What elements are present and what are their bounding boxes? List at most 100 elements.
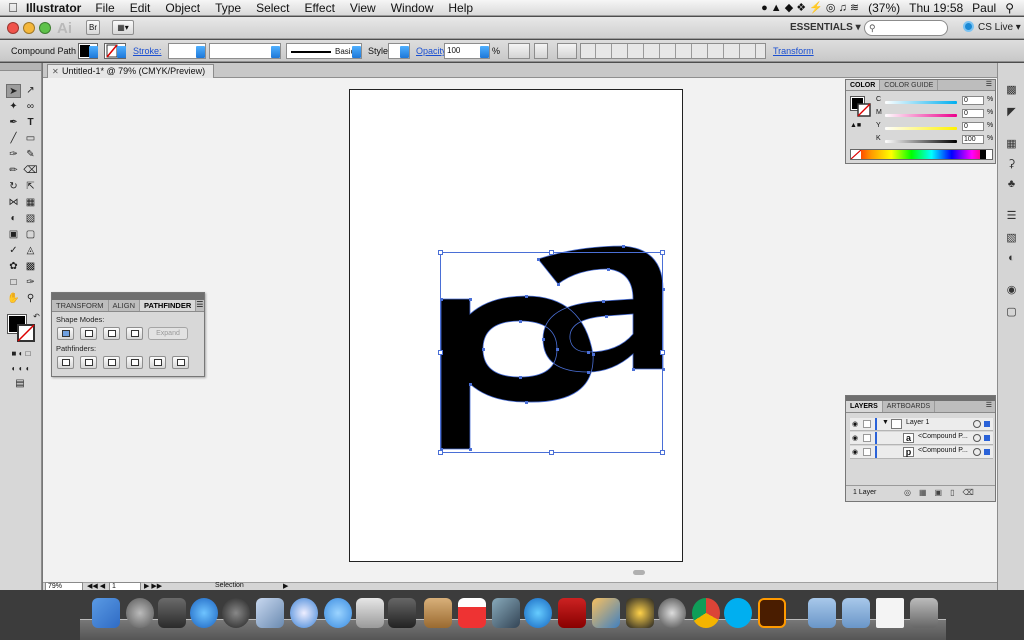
artboard-nav-next-last[interactable]: ▶ ▶▶ [144,582,162,590]
stroke-color-swatch[interactable] [857,103,871,117]
target-circle-icon[interactable] [973,448,981,456]
document-tab[interactable]: ✕ Untitled-1* @ 79% (CMYK/Preview) [47,64,215,78]
expand-button[interactable]: Expand [148,327,188,340]
arrange-documents-button[interactable]: ▦▾ [112,20,134,35]
bbox-handle[interactable] [438,250,443,255]
transparency-panel-icon[interactable]: ◐ [1004,251,1019,265]
sublayer-name[interactable]: <Compound P... [918,447,968,454]
workspace-switcher[interactable]: ESSENTIALS ▾ [790,22,861,33]
pencil-tool-icon[interactable]: ✎ [23,148,38,162]
variable-width-profile[interactable] [209,43,281,59]
visibility-eye-icon[interactable]: ◉ [852,434,858,442]
apple-menu-icon[interactable]:  [0,0,26,15]
artboard-tool-icon[interactable]: □ [6,276,21,290]
pen-tool-icon[interactable]: ✒ [6,116,21,130]
menu-help[interactable]: Help [448,1,473,15]
color-guide-icon[interactable]: ◤ [1004,105,1019,119]
tab-align[interactable]: ALIGN [109,300,141,311]
eraser-tool-icon[interactable]: ⌫ [23,164,38,178]
lasso-tool-icon[interactable]: ∞ [23,100,38,114]
out-of-gamut-icon[interactable]: ▲■ [850,122,861,129]
selection-tool-icon[interactable]: ➤ [6,84,21,98]
status-tray-icons[interactable]: ● ▲ ◆ ❖ ⚡ ◎ ♫ ≋ [761,1,859,14]
expand-triangle-icon[interactable]: ▼ [882,419,889,426]
divide-button[interactable] [57,356,74,369]
iphoto-icon[interactable] [492,598,520,628]
magenta-slider[interactable] [885,114,957,117]
applications-folder-icon[interactable] [808,598,836,628]
menu-effect[interactable]: Effect [304,1,334,15]
yellow-value-field[interactable]: 0 [962,122,984,131]
menu-select[interactable]: Select [256,1,289,15]
panel-menu-icon[interactable]: ☰ [986,401,995,412]
symbols-icon[interactable]: ♣ [1004,177,1019,191]
stroke-link[interactable]: Stroke: [133,46,162,62]
graphic-styles-icon[interactable]: ▢ [1004,305,1019,319]
imovie-icon[interactable] [626,598,654,628]
cyan-slider[interactable] [885,101,957,104]
panel-menu-icon[interactable]: ☰ [986,80,995,90]
black-slider[interactable] [885,140,957,143]
tab-artboards[interactable]: ARTBOARDS [883,401,936,412]
panel-menu-icon[interactable]: ☰ [196,300,206,311]
zoom-window-button[interactable] [39,22,51,34]
finder-icon[interactable] [92,598,120,628]
layer-row[interactable]: ◉ ▼ Layer 1 [850,418,993,431]
close-window-button[interactable] [7,22,19,34]
calculator-icon[interactable] [356,598,384,628]
documents-folder-icon[interactable] [842,598,870,628]
stroke-swatch[interactable] [104,43,126,59]
merge-button[interactable] [103,356,120,369]
launchpad-icon[interactable] [126,598,154,628]
bbox-handle[interactable] [438,450,443,455]
paintbrush-tool-icon[interactable]: ✑ [6,148,21,162]
facetime-icon[interactable] [388,598,416,628]
minimize-window-button[interactable] [23,22,35,34]
gradient-panel-icon[interactable]: ▧ [1004,231,1019,245]
eyedropper-tool-icon[interactable]: ✓ [6,244,21,258]
trim-button[interactable] [80,356,97,369]
crop-button[interactable] [126,356,143,369]
menu-type[interactable]: Type [215,1,241,15]
color-spectrum-bar[interactable] [850,149,993,160]
draw-mode-buttons[interactable]: ◐ ◐ ◐ [4,362,38,376]
lock-toggle[interactable] [863,420,871,428]
sublayer-row[interactable]: ◉ a <Compound P... [850,432,993,445]
stroke-panel-icon[interactable]: ☰ [1004,209,1019,223]
cyan-value-field[interactable]: 0 [962,96,984,105]
clock[interactable]: Thu 19:58 [909,1,963,15]
shape-builder-tool-icon[interactable]: ◐ [6,212,21,226]
sublayer-name[interactable]: <Compound P... [918,433,968,440]
hand-tool-icon[interactable]: ✋ [6,292,21,306]
graphic-style-picker[interactable] [388,43,410,59]
gradient-tool-icon[interactable]: ▢ [23,228,38,242]
swatches-icon[interactable]: ▦ [1004,137,1019,151]
chrome-icon[interactable] [692,598,720,628]
tools-panel-grip[interactable] [0,63,41,71]
mission-control-icon[interactable] [158,598,186,628]
menu-file[interactable]: File [95,1,114,15]
minus-front-button[interactable] [80,327,97,340]
free-transform-tool-icon[interactable]: ▦ [23,196,38,210]
layers-footer-buttons[interactable]: ◎▦▣▯⌫ [904,488,982,497]
rotate-tool-icon[interactable]: ↻ [6,180,21,194]
menu-edit[interactable]: Edit [130,1,151,15]
horizontal-scrollbar-thumb[interactable] [633,570,645,575]
stroke-weight-field[interactable] [168,43,206,59]
line-tool-icon[interactable]: ╱ [6,132,21,146]
tab-pathfinder[interactable]: PATHFINDER [140,300,197,311]
itunes-icon[interactable] [524,598,552,628]
trash-icon[interactable] [910,598,938,628]
fill-swatch[interactable] [78,43,98,59]
symbol-sprayer-tool-icon[interactable]: ✿ [6,260,21,274]
bbox-handle[interactable] [660,250,665,255]
magenta-value-field[interactable]: 0 [962,109,984,118]
bbox-handle[interactable] [549,450,554,455]
tab-color[interactable]: COLOR [846,80,881,90]
none-swatch[interactable] [850,149,862,160]
illustrator-dock-icon[interactable] [758,598,786,628]
rectangle-tool-icon[interactable]: ▭ [23,132,38,146]
visibility-eye-icon[interactable]: ◉ [852,448,858,456]
time-machine-icon[interactable] [658,598,686,628]
unite-button[interactable] [57,327,74,340]
